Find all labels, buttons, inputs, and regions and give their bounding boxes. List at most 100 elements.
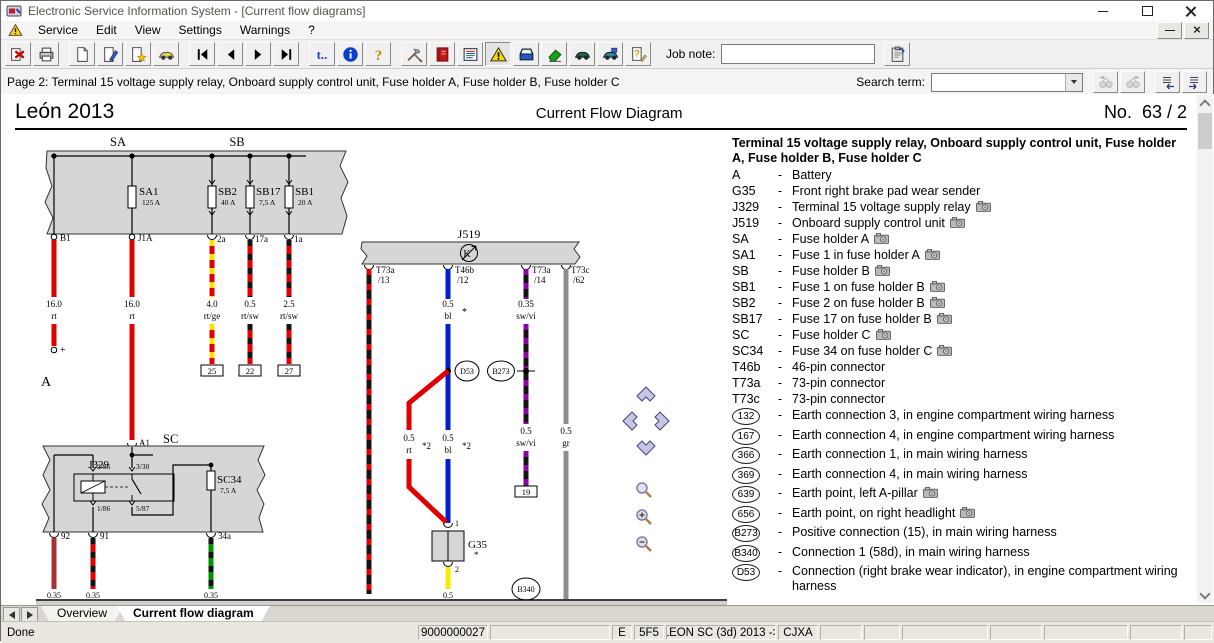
- window-minimize-button[interactable]: [1081, 1, 1125, 21]
- window-maximize-button[interactable]: [1125, 1, 1169, 21]
- legend-code: SB17: [732, 312, 778, 327]
- label-color2: sw/vi: [516, 438, 536, 448]
- tab-current-flow-diagram[interactable]: Current flow diagram: [117, 606, 270, 621]
- hitlist-next-button[interactable]: [1182, 71, 1207, 93]
- legend-description: Earth connection 4, in main wiring harne…: [792, 467, 1190, 482]
- legend-description: 46-pin connector: [792, 360, 1190, 375]
- window-close-button[interactable]: [1169, 1, 1213, 21]
- camera-icon: [874, 233, 889, 244]
- label-sb: SB: [229, 135, 244, 149]
- pan-left-button[interactable]: [623, 412, 637, 430]
- status-cell-e: E: [612, 625, 632, 640]
- legend-item-j329: J329-Terminal 15 voltage supply relay: [732, 200, 1190, 215]
- legend-dash: -: [778, 216, 792, 231]
- scroll-down-button[interactable]: [1197, 587, 1213, 603]
- mdi-minimize-button[interactable]: [1157, 22, 1182, 39]
- pan-up-button[interactable]: [637, 387, 655, 401]
- legend-item-b340: B340-Connection 1 (58d), in main wiring …: [732, 545, 1190, 562]
- search-input[interactable]: [932, 74, 1065, 91]
- status-text: Done: [1, 627, 416, 639]
- legend-code: D53: [732, 564, 778, 581]
- search-dropdown-button[interactable]: [1065, 74, 1082, 91]
- status-cell-9000000027: 9000000027: [418, 625, 488, 640]
- storage-button[interactable]: [513, 42, 539, 66]
- manuals-button[interactable]: [429, 42, 455, 66]
- nav-last-button[interactable]: [273, 42, 299, 66]
- nav-prev-button[interactable]: [217, 42, 243, 66]
- mdi-close-button[interactable]: [1184, 22, 1209, 39]
- legend-dash: -: [778, 184, 792, 199]
- legend-item-167: 167-Earth connection 4, in engine compar…: [732, 428, 1190, 445]
- eraser-button[interactable]: [541, 42, 567, 66]
- label-pin1: 1: [455, 519, 459, 528]
- print-button[interactable]: [33, 42, 59, 66]
- documents-button[interactable]: [457, 42, 483, 66]
- legend-item-t46b: T46b-46-pin connector: [732, 360, 1190, 375]
- warnings-toggle-button[interactable]: [485, 42, 511, 66]
- status-cell-5f5: 5F5: [634, 625, 664, 640]
- label-pin2: 2: [455, 565, 459, 574]
- legend-dash: -: [778, 264, 792, 279]
- app-icon: [6, 3, 22, 19]
- info-button[interactable]: [337, 42, 363, 66]
- legend-description: Fuse holder C: [792, 328, 1190, 343]
- label-gauge: 0.5: [244, 299, 256, 309]
- new-document-button[interactable]: [69, 42, 95, 66]
- exit-button[interactable]: [5, 42, 31, 66]
- app-window: { "window": { "title": "Electronic Servi…: [0, 0, 1214, 641]
- help-button[interactable]: ?: [365, 42, 391, 66]
- workshop-tools-button[interactable]: [401, 42, 427, 66]
- legend-dash: -: [778, 248, 792, 263]
- legend-description: Fuse 1 in fuse holder A: [792, 248, 1190, 263]
- legend-dash: -: [778, 467, 792, 482]
- label-color: rt/ge: [204, 311, 221, 321]
- label-fuse-sa1-rating: 125 A: [142, 198, 161, 207]
- legend-item-t73a: T73a-73-pin connector: [732, 376, 1190, 391]
- legend-code: SC: [732, 328, 778, 343]
- menu-item-warnings[interactable]: Warnings: [231, 22, 299, 38]
- zoom-reset-button[interactable]: [637, 483, 651, 497]
- menu-item-[interactable]: ?: [299, 22, 324, 38]
- new-entry-button[interactable]: [125, 42, 151, 66]
- scrollbar-thumb[interactable]: [1198, 113, 1212, 149]
- vehicle-data-button[interactable]: [569, 42, 595, 66]
- vehicle-button[interactable]: [153, 42, 179, 66]
- label-color: bl: [444, 311, 452, 321]
- edit-document-button[interactable]: [97, 42, 123, 66]
- pan-down-button[interactable]: [637, 441, 655, 455]
- vehicle-admin-button[interactable]: [597, 42, 623, 66]
- search-forward-button[interactable]: [1120, 71, 1145, 93]
- legend-code: J329: [732, 200, 778, 215]
- label-g35-gauge: 0.5: [443, 591, 453, 600]
- menu-bar: ServiceEditViewSettingsWarnings?: [1, 21, 1213, 40]
- vertical-scrollbar[interactable]: [1197, 95, 1213, 603]
- scroll-up-button[interactable]: [1197, 95, 1213, 111]
- wire-17a: 0.5 rt/sw 22: [239, 240, 261, 376]
- legend-dash: -: [778, 168, 792, 183]
- nav-next-button[interactable]: [245, 42, 271, 66]
- jump-button[interactable]: t..: [309, 42, 335, 66]
- menu-item-edit[interactable]: Edit: [87, 22, 126, 38]
- camera-icon: [875, 265, 890, 276]
- menu-item-settings[interactable]: Settings: [170, 22, 231, 38]
- document-help-button[interactable]: ?: [625, 42, 651, 66]
- pan-right-button[interactable]: [655, 412, 669, 430]
- legend-dash: -: [778, 428, 792, 443]
- job-note-button[interactable]: [884, 42, 910, 66]
- zoom-out-button[interactable]: [637, 537, 651, 551]
- job-note-input[interactable]: [721, 44, 875, 64]
- connection-circle-d53: D53: [455, 361, 479, 381]
- nav-first-button[interactable]: [189, 42, 215, 66]
- menu-item-view[interactable]: View: [126, 22, 170, 38]
- fuse-holder-c-box: SC A1 2/85 3/30 1/86 5/: [42, 432, 265, 532]
- label-sc34-rating: 7,5 A: [220, 486, 237, 495]
- tab-scroll-right-button[interactable]: [21, 607, 38, 622]
- tab-scroll-left-button[interactable]: [3, 607, 20, 622]
- tab-overview[interactable]: Overview: [41, 606, 123, 621]
- document-tabs: OverviewCurrent flow diagram: [41, 606, 264, 621]
- menu-item-service[interactable]: Service: [29, 22, 87, 38]
- hitlist-previous-button[interactable]: [1155, 71, 1180, 93]
- zoom-in-button[interactable]: [637, 510, 651, 524]
- search-backward-button[interactable]: [1093, 71, 1118, 93]
- legend-description: Earth connection 4, in engine compartmen…: [792, 428, 1190, 443]
